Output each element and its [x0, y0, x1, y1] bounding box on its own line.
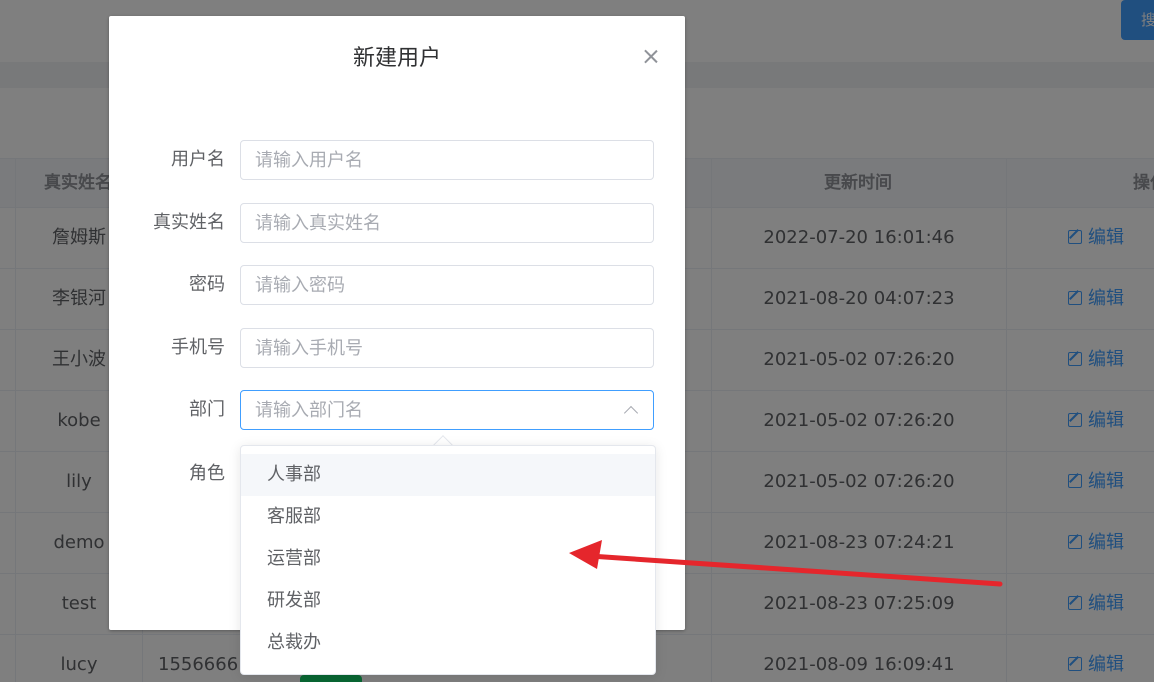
department-dropdown: 人事部 客服部 运营部 研发部 总裁办 — [240, 445, 656, 675]
phone-input[interactable] — [240, 328, 654, 368]
dropdown-option[interactable]: 研发部 — [241, 580, 655, 622]
role-label: 角色 — [189, 463, 225, 484]
real-name-label: 真实姓名 — [153, 212, 225, 233]
password-label: 密码 — [189, 274, 225, 295]
dropdown-option[interactable]: 运营部 — [241, 538, 655, 580]
dropdown-option[interactable]: 总裁办 — [241, 622, 655, 664]
dialog-title: 新建用户 — [352, 46, 441, 71]
password-input[interactable] — [240, 265, 654, 305]
username-input[interactable] — [240, 140, 654, 180]
username-label: 用户名 — [171, 149, 225, 170]
department-select[interactable] — [240, 390, 654, 430]
close-icon[interactable] — [641, 46, 661, 66]
real-name-input[interactable] — [240, 203, 654, 243]
phone-label: 手机号 — [171, 337, 225, 358]
department-label: 部门 — [189, 399, 225, 420]
dropdown-option[interactable]: 人事部 — [241, 454, 655, 496]
dropdown-option[interactable]: 客服部 — [241, 496, 655, 538]
